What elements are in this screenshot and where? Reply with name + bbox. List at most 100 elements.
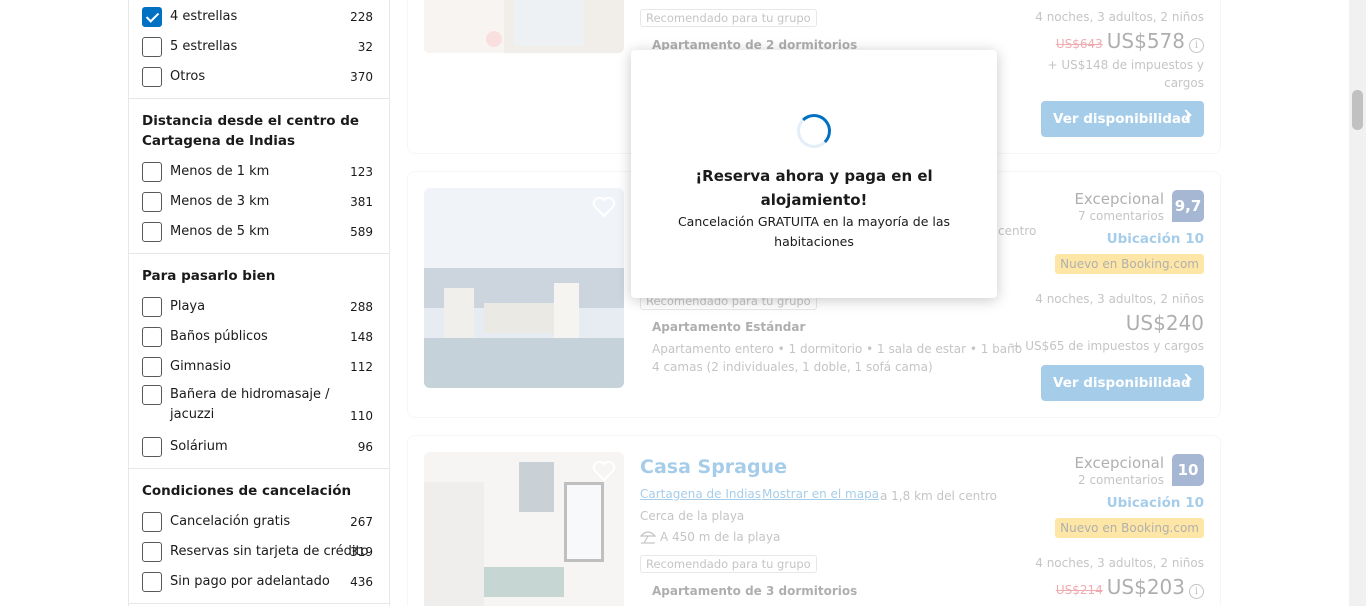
- filter-label: Gimnasio: [170, 359, 231, 374]
- filter-public-baths[interactable]: Baños públicos 148: [129, 325, 389, 349]
- price-block: US$643 US$578 i: [1056, 29, 1204, 53]
- loading-modal: ¡Reserva ahora y paga en el alojamiento!…: [631, 50, 997, 298]
- heart-icon[interactable]: [592, 196, 616, 218]
- new-on-booking-badge: Nuevo en Booking.com: [1055, 518, 1204, 538]
- city-link[interactable]: Cartagena de Indias: [640, 487, 761, 501]
- current-price: US$203: [1106, 575, 1185, 599]
- review-count: 2 comentarios: [1078, 473, 1164, 487]
- filter-label: 5 estrellas: [170, 39, 238, 54]
- show-on-map-link[interactable]: Mostrar en el mapa: [762, 487, 879, 501]
- filter-group-title-fun: Para pasarlo bien: [142, 268, 276, 284]
- filter-label: Reservas sin tarjeta de crédito: [170, 544, 369, 559]
- checkbox[interactable]: [142, 222, 162, 242]
- original-price: US$643: [1055, 37, 1103, 51]
- checkbox[interactable]: [142, 357, 162, 377]
- filter-label: Playa: [170, 299, 206, 314]
- checkbox[interactable]: [142, 572, 162, 592]
- filter-label: 4 estrellas: [170, 9, 238, 24]
- filter-distance-5km[interactable]: Menos de 5 km 589: [129, 220, 389, 244]
- loading-spinner-icon: [797, 114, 831, 148]
- location-score: Ubicación 10: [1106, 495, 1204, 511]
- filter-distance-1km[interactable]: Menos de 1 km 123: [129, 160, 389, 184]
- review-score-word: Excepcional: [1074, 190, 1164, 208]
- stay-info: 4 noches, 3 adultos, 2 niños: [1035, 292, 1204, 306]
- info-icon[interactable]: i: [1189, 38, 1204, 53]
- filter-distance-3km[interactable]: Menos de 3 km 381: [129, 190, 389, 214]
- filter-other-stars[interactable]: Otros 370: [129, 65, 389, 89]
- checkbox[interactable]: [142, 542, 162, 562]
- filter-label: Baños públicos: [170, 329, 268, 344]
- modal-subtitle: Cancelación GRATUITA en la mayoría de la…: [677, 214, 951, 249]
- filter-group-title-cancellation: Condiciones de cancelación: [142, 483, 352, 499]
- filter-label: Menos de 3 km: [170, 194, 270, 209]
- divider: [129, 253, 389, 254]
- filter-label: Sin pago por adelantado: [170, 574, 330, 589]
- filter-jacuzzi[interactable]: Bañera de hidromasaje / jacuzzi 110: [129, 385, 389, 429]
- checkbox[interactable]: [142, 512, 162, 532]
- filter-free-cancellation[interactable]: Cancelación gratis 267: [129, 510, 389, 534]
- info-icon[interactable]: i: [1189, 584, 1204, 599]
- filter-count: 110: [350, 409, 373, 423]
- new-on-booking-badge: Nuevo en Booking.com: [1055, 254, 1204, 274]
- checkbox[interactable]: [142, 327, 162, 347]
- filter-count: 381: [350, 195, 373, 209]
- bed-info: 4 camas (2 individuales, 1 doble, 1 sofá…: [652, 360, 933, 374]
- filter-group-title-distance: Distancia desde el centro de Cartagena d…: [142, 113, 360, 149]
- filter-count: 267: [350, 515, 373, 529]
- page-scrollbar[interactable]: [1349, 0, 1366, 606]
- filter-solarium[interactable]: Solárium 96: [129, 435, 389, 459]
- distance-info: centro: [998, 224, 1037, 238]
- filter-no-prepayment[interactable]: Sin pago por adelantado 436: [129, 570, 389, 594]
- filters-sidebar: 4 estrellas 228 5 estrellas 32 Otros 370…: [128, 0, 390, 606]
- location-score: Ubicación 10: [1106, 231, 1204, 247]
- filter-count: 589: [350, 225, 373, 239]
- price-block: US$240: [1126, 311, 1204, 335]
- filter-label: Solárium: [170, 439, 228, 454]
- stay-info: 4 noches, 3 adultos, 2 niños: [1035, 556, 1204, 570]
- checkbox[interactable]: [142, 37, 162, 57]
- heart-icon[interactable]: [592, 460, 616, 482]
- checkbox[interactable]: [142, 67, 162, 87]
- scrollbar-thumb[interactable]: [1352, 90, 1363, 130]
- current-price: US$240: [1125, 311, 1204, 335]
- modal-title: ¡Reserva ahora y paga en el alojamiento!: [695, 167, 933, 209]
- see-availability-button[interactable]: Ver disponibilidad: [1041, 101, 1204, 137]
- filter-5-stars[interactable]: 5 estrellas 32: [129, 35, 389, 59]
- filter-label: Bañera de hidromasaje / jacuzzi: [170, 387, 330, 422]
- filter-label: Menos de 5 km: [170, 224, 270, 239]
- property-photo[interactable]: [424, 188, 624, 388]
- filter-count: 288: [350, 300, 373, 314]
- recommended-badge: Recomendado para tu grupo: [640, 555, 817, 573]
- filter-label: Cancelación gratis: [170, 514, 291, 529]
- beach-umbrella-icon: [640, 531, 656, 544]
- checkbox-checked[interactable]: [142, 7, 162, 27]
- property-photo[interactable]: [424, 452, 624, 606]
- divider: [129, 603, 389, 604]
- checkbox[interactable]: [142, 297, 162, 317]
- checkbox[interactable]: [142, 192, 162, 212]
- divider: [129, 468, 389, 469]
- filter-no-credit-card[interactable]: Reservas sin tarjeta de crédito 319: [129, 540, 389, 564]
- property-name-link[interactable]: Casa Sprague: [640, 456, 787, 478]
- filter-4-stars[interactable]: 4 estrellas 228: [129, 5, 389, 29]
- filter-gym[interactable]: Gimnasio 112: [129, 355, 389, 379]
- filter-label: Menos de 1 km: [170, 164, 270, 179]
- filter-beach[interactable]: Playa 288: [129, 295, 389, 319]
- review-score-word: Excepcional: [1074, 454, 1164, 472]
- filter-count: 123: [350, 165, 373, 179]
- taxes-info: + US$65 de impuestos y cargos: [1011, 339, 1204, 353]
- see-availability-button[interactable]: Ver disponibilidad: [1041, 365, 1204, 401]
- property-photo[interactable]: [424, 0, 624, 53]
- checkbox[interactable]: [142, 437, 162, 457]
- near-beach-label: Cerca de la playa: [640, 509, 745, 523]
- filter-count: 32: [357, 40, 373, 54]
- filter-count: 370: [350, 70, 373, 84]
- checkbox[interactable]: [142, 385, 162, 405]
- distance-info: a 1,8 km del centro: [880, 489, 997, 503]
- review-count: 7 comentarios: [1078, 209, 1164, 223]
- button-label: Ver disponibilidad: [1053, 375, 1191, 391]
- room-type: Apartamento de 3 dormitorios: [652, 584, 858, 598]
- original-price: US$214: [1055, 583, 1103, 597]
- filter-count: 436: [350, 575, 373, 589]
- checkbox[interactable]: [142, 162, 162, 182]
